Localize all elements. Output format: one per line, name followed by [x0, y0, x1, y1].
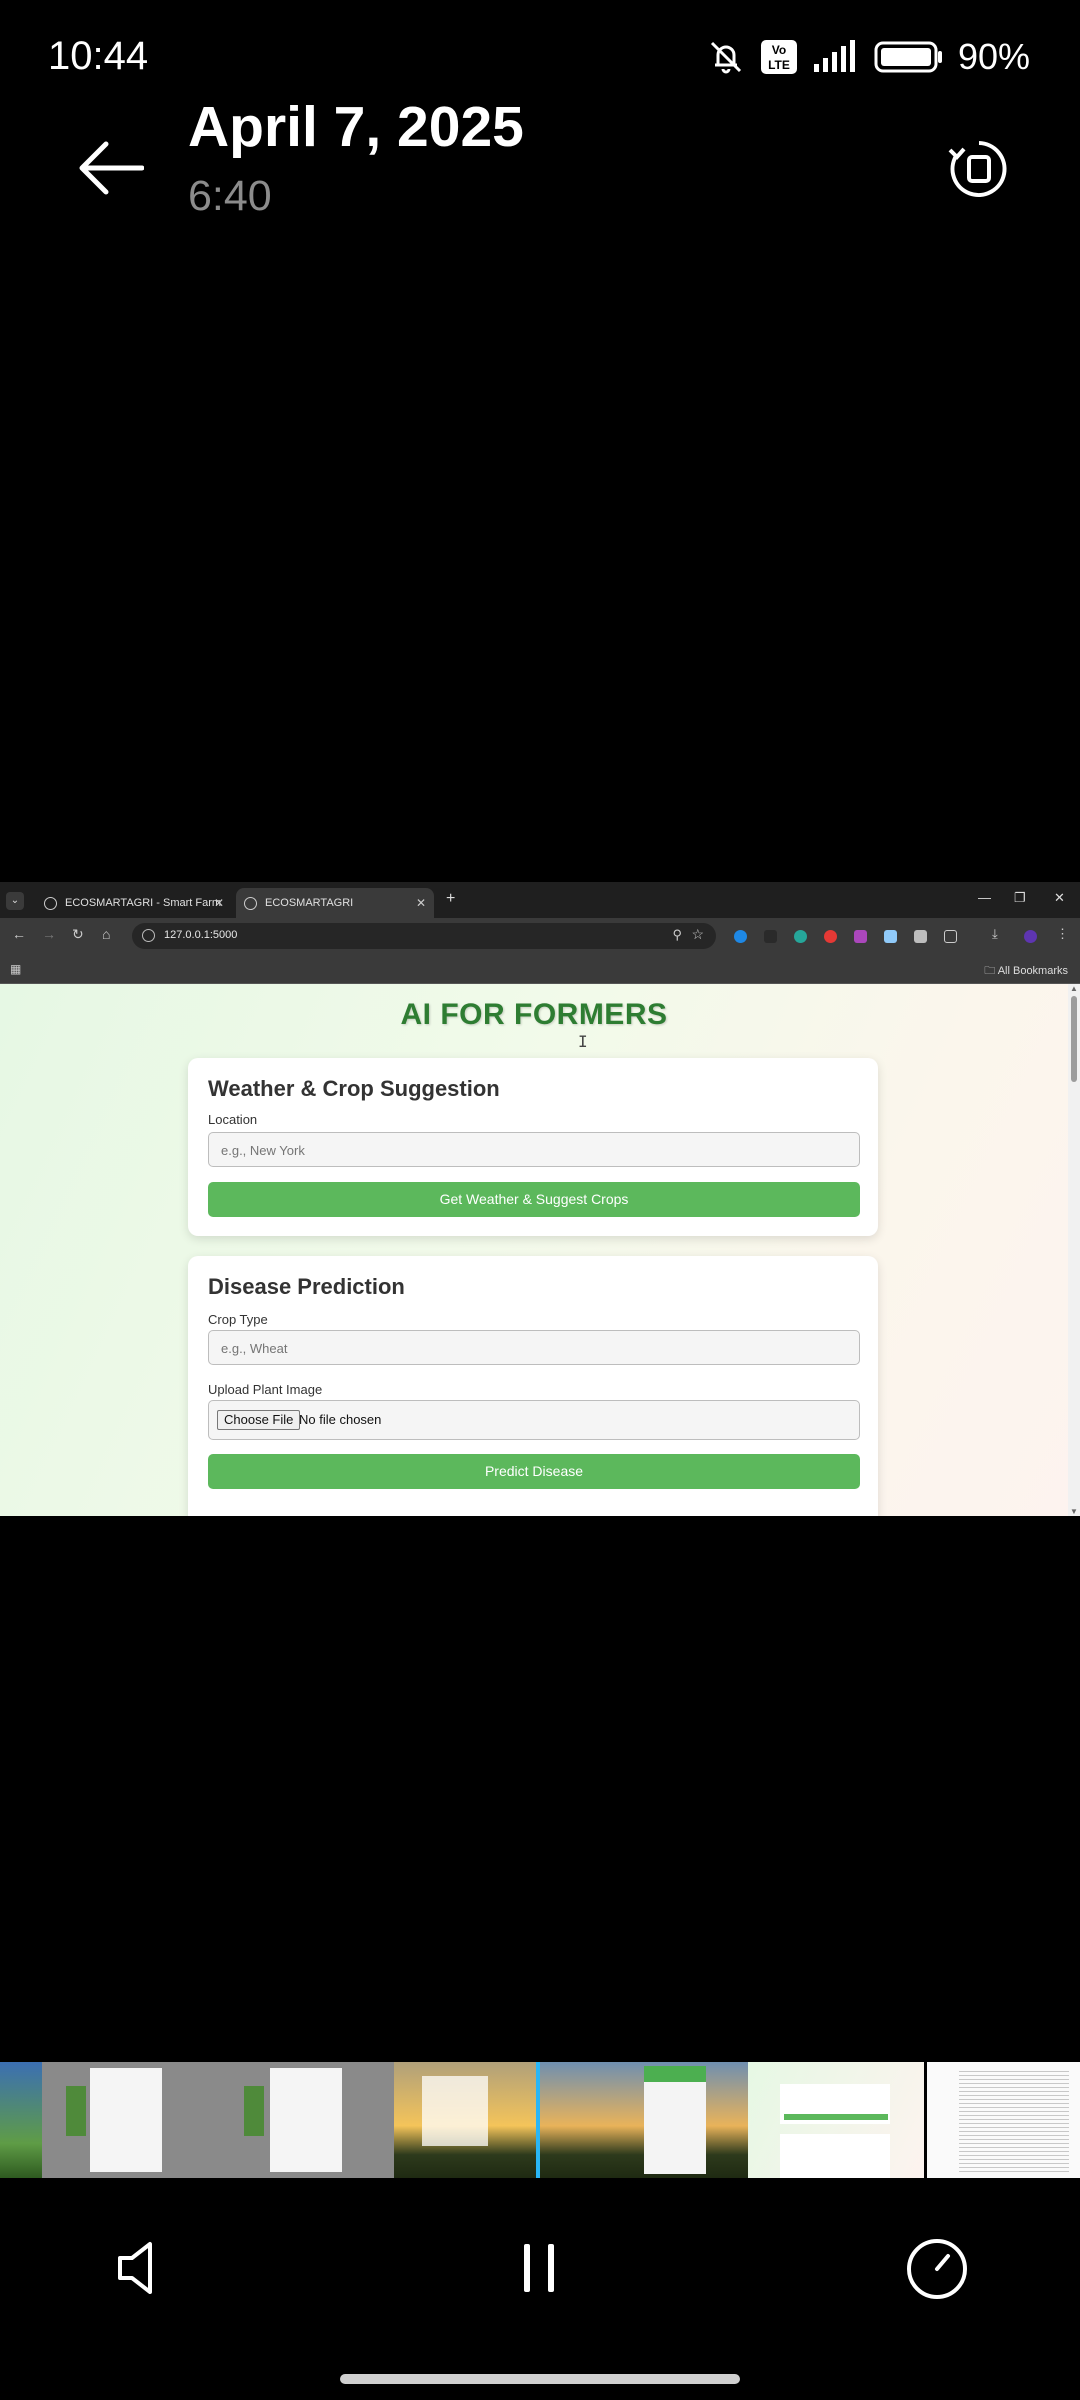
- scroll-down-icon[interactable]: ▼: [1070, 1507, 1078, 1516]
- bookmarks-bar: ▦ 🗀 All Bookmarks: [0, 954, 1080, 984]
- crop-type-input[interactable]: e.g., Wheat: [208, 1330, 860, 1365]
- arrow-left-icon[interactable]: [78, 140, 144, 196]
- avatar[interactable]: [1024, 930, 1037, 943]
- video-duration: 6:40: [188, 172, 272, 220]
- timeline-thumb[interactable]: [42, 2062, 218, 2178]
- card-heading: Weather & Crop Suggestion: [208, 1076, 500, 1101]
- scrollbar[interactable]: ▲ ▼: [1068, 984, 1080, 1516]
- battery-icon: [874, 41, 942, 73]
- disease-card: Disease Prediction Crop Type e.g., Wheat…: [188, 1256, 878, 1516]
- scroll-up-icon[interactable]: ▲: [1070, 984, 1078, 993]
- scroll-thumb[interactable]: [1071, 996, 1077, 1082]
- get-weather-button[interactable]: Get Weather & Suggest Crops: [208, 1182, 860, 1217]
- predict-disease-button[interactable]: Predict Disease: [208, 1454, 860, 1489]
- weather-card: Weather & Crop Suggestion Location e.g.,…: [188, 1058, 878, 1236]
- reload-icon[interactable]: ↻: [72, 926, 84, 943]
- page-title: AI FOR FORMERS: [400, 998, 668, 1031]
- speedometer-icon[interactable]: [904, 2236, 970, 2302]
- timeline-thumb[interactable]: [748, 2062, 924, 2178]
- rotate-screen-icon[interactable]: [948, 138, 1010, 200]
- extension-icon[interactable]: [854, 930, 867, 943]
- location-input[interactable]: e.g., New York: [208, 1132, 860, 1167]
- menu-icon[interactable]: ⋮: [1056, 926, 1069, 942]
- file-status: No file chosen: [299, 1412, 382, 1427]
- svg-text:Vo: Vo: [772, 43, 786, 57]
- tab-title: ECOSMARTAGRI - Smart Farm: [65, 897, 222, 909]
- close-icon[interactable]: ✕: [214, 896, 224, 910]
- back-icon[interactable]: ←: [12, 926, 26, 942]
- download-icon[interactable]: ⤓: [992, 926, 998, 942]
- info-icon[interactable]: [142, 929, 155, 942]
- timeline-thumb[interactable]: [0, 2062, 42, 2178]
- choose-file-button[interactable]: Choose File: [217, 1410, 301, 1430]
- crop-type-placeholder: e.g., Wheat: [221, 1341, 288, 1356]
- speaker-icon[interactable]: [114, 2240, 174, 2296]
- timeline-filmstrip[interactable]: [0, 2062, 1080, 2178]
- location-placeholder: e.g., New York: [221, 1143, 305, 1158]
- puzzle-icon[interactable]: [944, 930, 957, 943]
- pause-icon[interactable]: [520, 2240, 560, 2296]
- video-frame[interactable]: ⌄ ECOSMARTAGRI - Smart Farm ✕ ECOSMARTAG…: [0, 882, 1080, 1516]
- extension-icon[interactable]: [794, 930, 807, 943]
- star-icon[interactable]: ☆: [691, 926, 704, 943]
- video-date: April 7, 2025: [188, 95, 524, 159]
- extension-icon[interactable]: [734, 930, 747, 943]
- extension-icon[interactable]: [824, 930, 837, 943]
- extension-icon[interactable]: [884, 930, 897, 943]
- url-text[interactable]: 127.0.0.1:5000: [164, 929, 237, 941]
- browser-tab-2[interactable]: ECOSMARTAGRI ✕: [236, 888, 434, 918]
- globe-icon: [44, 896, 57, 910]
- forward-icon[interactable]: →: [42, 926, 56, 942]
- bell-off-icon: [710, 41, 741, 74]
- close-icon[interactable]: ✕: [416, 896, 426, 910]
- timeline-thumb[interactable]: [540, 2062, 748, 2178]
- timeline-thumb[interactable]: [218, 2062, 394, 2178]
- restore-icon[interactable]: ❐: [1014, 890, 1026, 906]
- zoom-icon[interactable]: ⚲: [672, 927, 682, 943]
- minimize-icon[interactable]: —: [978, 890, 991, 905]
- web-page: AI FOR FORMERS I Weather & Crop Suggesti…: [0, 984, 1068, 1516]
- volte-icon: Vo LTE: [760, 40, 797, 74]
- extension-icon[interactable]: [764, 930, 777, 943]
- home-indicator[interactable]: [340, 2374, 740, 2384]
- tab-title: ECOSMARTAGRI: [265, 897, 354, 909]
- apps-grid-icon[interactable]: ▦: [10, 962, 21, 976]
- browser-toolbar: ← → ↻ ⌂ 127.0.0.1:5000 ⚲ ☆ ⤓ ⋮: [0, 918, 1080, 954]
- text-cursor-icon: I: [578, 1032, 588, 1051]
- new-tab-button[interactable]: +: [446, 890, 455, 908]
- file-input[interactable]: Choose File No file chosen: [208, 1400, 860, 1440]
- shield-icon[interactable]: [914, 930, 927, 943]
- status-bar: 10:44 Vo LTE 90%: [0, 0, 1080, 120]
- location-label: Location: [208, 1112, 258, 1127]
- globe-icon: [244, 896, 257, 910]
- address-bar[interactable]: 127.0.0.1:5000 ⚲ ☆: [132, 923, 716, 949]
- home-icon[interactable]: ⌂: [102, 926, 110, 942]
- all-bookmarks[interactable]: 🗀 All Bookmarks: [984, 962, 1068, 981]
- upload-label: Upload Plant Image: [208, 1382, 323, 1397]
- browser-tab-bar: ⌄ ECOSMARTAGRI - Smart Farm ✕ ECOSMARTAG…: [0, 882, 1080, 918]
- signal-icon: [813, 40, 855, 72]
- timeline-thumb[interactable]: [394, 2062, 536, 2178]
- window-close-icon[interactable]: ✕: [1054, 890, 1065, 906]
- battery-percent: 90%: [957, 36, 1030, 77]
- svg-text:LTE: LTE: [768, 58, 790, 72]
- card-heading: Disease Prediction: [208, 1274, 405, 1299]
- browser-tab-1[interactable]: ECOSMARTAGRI - Smart Farm ✕: [36, 888, 232, 918]
- status-time: 10:44: [48, 34, 149, 78]
- timeline-thumb[interactable]: [924, 2062, 1080, 2178]
- folder-icon: 🗀: [984, 965, 996, 977]
- crop-type-label: Crop Type: [208, 1312, 268, 1327]
- tab-search-button[interactable]: ⌄: [6, 892, 24, 910]
- status-icons: Vo LTE 90%: [706, 36, 1030, 78]
- all-bookmarks-label: All Bookmarks: [997, 965, 1068, 977]
